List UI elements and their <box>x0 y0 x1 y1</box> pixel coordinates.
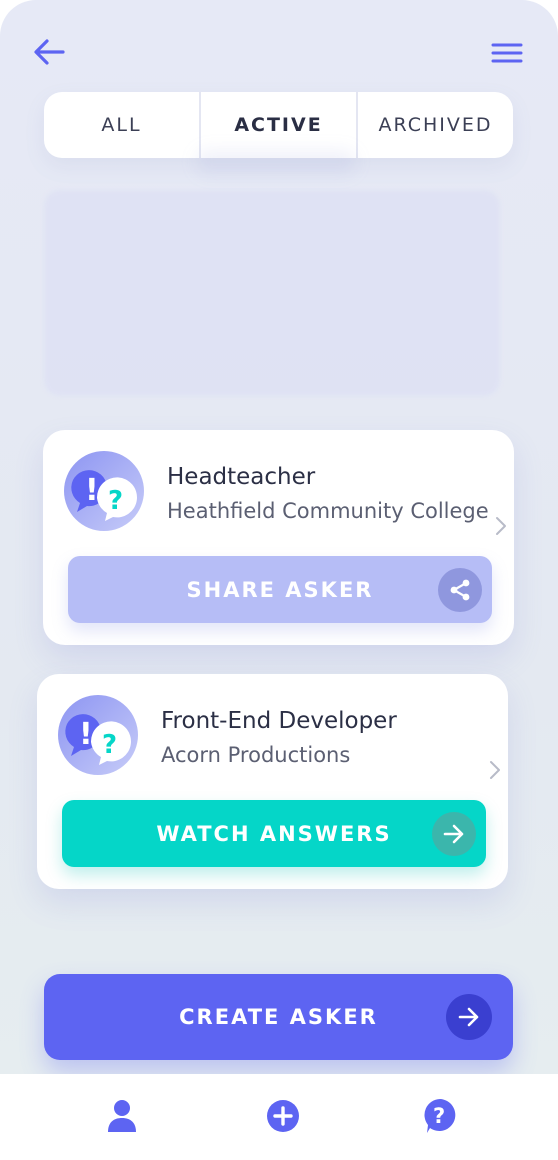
tab-archived[interactable]: ARCHIVED <box>356 92 513 158</box>
tab-all[interactable]: ALL <box>44 92 199 158</box>
share-icon <box>438 568 482 612</box>
speech-bubbles-question-icon: ! ? <box>58 695 138 775</box>
arrow-right-icon <box>432 812 476 856</box>
bottom-navigation: ? <box>0 1074 558 1160</box>
svg-text:!: ! <box>79 717 93 752</box>
arrow-left-icon <box>34 39 65 65</box>
watch-answers-button[interactable]: WATCH ANSWERS <box>62 800 486 867</box>
arrow-right-circle-icon <box>446 994 492 1040</box>
speech-bubbles-question-icon: ! ? <box>64 451 144 531</box>
nav-profile[interactable] <box>104 1098 140 1134</box>
share-asker-button[interactable]: SHARE ASKER <box>68 556 492 623</box>
create-asker-button[interactable]: CREATE ASKER <box>44 974 513 1060</box>
user-icon <box>108 1100 136 1132</box>
asker-title: Headteacher <box>167 464 316 490</box>
watch-answers-label: WATCH ANSWERS <box>156 821 392 846</box>
hamburger-menu-icon <box>491 43 523 63</box>
create-asker-label: CREATE ASKER <box>179 1005 378 1029</box>
asker-organization: Acorn Productions <box>161 743 351 767</box>
nav-help[interactable]: ? <box>422 1098 458 1134</box>
loading-placeholder-card <box>44 190 500 396</box>
asker-title: Front-End Developer <box>161 708 397 734</box>
asker-card[interactable]: ! ? Front-End Developer Acorn Production… <box>37 674 508 889</box>
chevron-right-icon[interactable] <box>489 760 501 780</box>
menu-button[interactable] <box>486 36 528 70</box>
filter-tabs: ALL ACTIVE ARCHIVED <box>44 92 513 158</box>
asker-organization: Heathfield Community College <box>167 499 489 523</box>
svg-text:?: ? <box>102 730 117 760</box>
question-circle-icon: ? <box>424 1099 456 1133</box>
svg-text:?: ? <box>433 1104 445 1128</box>
asker-card[interactable]: ! ? Headteacher Heathfield Community Col… <box>43 430 514 645</box>
back-button[interactable] <box>28 34 70 70</box>
tab-active[interactable]: ACTIVE <box>199 92 356 158</box>
nav-add[interactable] <box>265 1098 301 1134</box>
svg-text:?: ? <box>108 486 123 516</box>
asker-list-screen: ALL ACTIVE ARCHIVED ! ? Headteacher Heat… <box>0 0 558 1160</box>
chevron-right-icon[interactable] <box>495 516 507 536</box>
svg-text:!: ! <box>85 473 99 508</box>
active-tab-shadow <box>196 150 356 174</box>
plus-circle-icon <box>267 1100 299 1132</box>
share-asker-label: SHARE ASKER <box>186 577 374 602</box>
